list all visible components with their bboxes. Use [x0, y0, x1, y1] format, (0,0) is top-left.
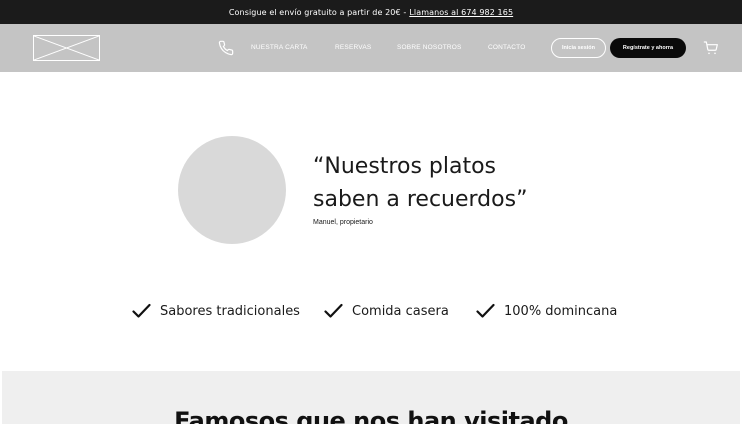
phone-icon[interactable] — [218, 40, 234, 56]
hero-quote-line-2: saben a recuerdos” — [313, 187, 528, 212]
check-icon — [132, 303, 151, 318]
famous-visitors-title: Famosos que nos han visitado — [174, 407, 568, 424]
owner-photo-placeholder — [178, 136, 286, 244]
logo-placeholder[interactable] — [33, 35, 100, 61]
feature-label: Sabores tradicionales — [160, 303, 300, 319]
check-icon — [324, 303, 343, 318]
features-list: Sabores tradicionales Comida casera 100%… — [0, 300, 742, 322]
feature-item: Comida casera — [324, 300, 449, 322]
register-button[interactable]: Regístrate y ahorra — [610, 38, 686, 58]
nav-link-reservas[interactable]: RESERVAS — [335, 44, 371, 51]
feature-item: 100% domincana — [476, 300, 617, 322]
check-icon — [476, 303, 495, 318]
feature-label: 100% domincana — [504, 303, 618, 319]
hero-quote: “Nuestros platos saben a recuerdos” — [313, 150, 573, 216]
navbar: NUESTRA CARTA RESERVAS SOBRE NOSOTROS CO… — [0, 24, 742, 72]
famous-visitors-section: Famosos que nos han visitado — [2, 371, 740, 424]
nav-link-nuestra-carta[interactable]: NUESTRA CARTA — [251, 44, 308, 51]
logo-cross-icon — [34, 36, 99, 60]
quote-author: Manuel, propietario — [313, 219, 373, 226]
promo-text: Consigue el envío gratuito a partir de 2… — [228, 7, 407, 17]
nav-link-contacto[interactable]: CONTACTO — [488, 44, 525, 51]
login-button[interactable]: Inicia sesión — [551, 38, 606, 58]
promo-phone-link[interactable]: Llamanos al 674 982 165 — [409, 8, 513, 17]
nav-link-sobre-nosotros[interactable]: SOBRE NOSOTROS — [397, 44, 462, 51]
promo-bar: Consigue el envío gratuito a partir de 2… — [0, 0, 742, 24]
feature-label: Comida casera — [352, 303, 449, 319]
cart-icon[interactable] — [703, 40, 719, 56]
feature-item: Sabores tradicionales — [132, 300, 300, 322]
hero-quote-line-1: “Nuestros platos — [313, 154, 497, 179]
